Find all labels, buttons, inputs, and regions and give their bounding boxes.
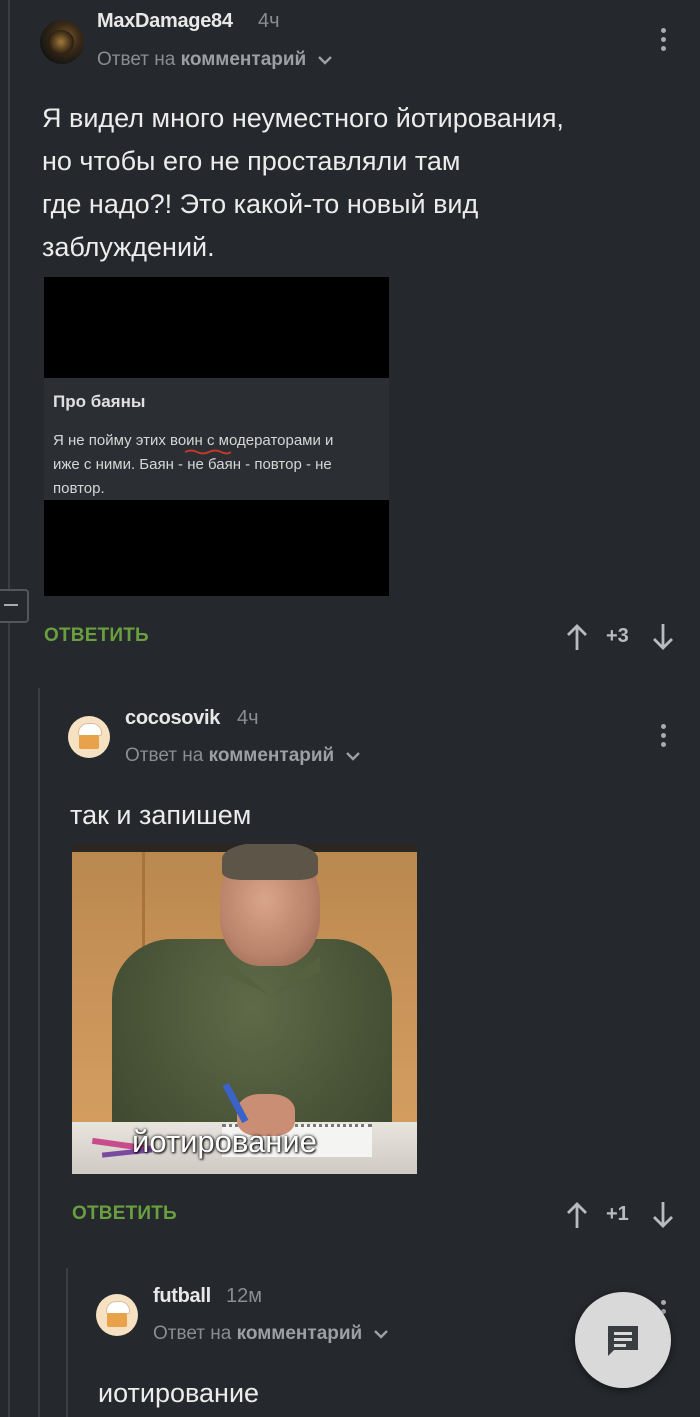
reply-prefix: Ответ на	[125, 745, 204, 766]
comment-text-line: Я видел много неуместного йотирования,	[42, 103, 564, 133]
comment-image[interactable]: Про баяны Я не пойму этих воин с модерат…	[44, 277, 389, 596]
reply-to-link[interactable]: Ответ на комментарий	[125, 745, 360, 767]
redacted-block	[44, 277, 389, 378]
comment-time: 4ч	[258, 10, 280, 32]
comment-text-line: но чтобы его не проставляли там	[42, 146, 461, 176]
reply-button[interactable]: ОТВЕТИТЬ	[44, 625, 149, 647]
reply-prefix: Ответ на	[153, 1323, 232, 1344]
redacted-block	[44, 500, 389, 596]
arrow-up-icon[interactable]	[566, 1200, 588, 1230]
quoted-post-title: Про баяны	[53, 392, 146, 411]
more-vertical-icon[interactable]	[661, 724, 667, 751]
quoted-post-line: повтор.	[53, 480, 105, 497]
chevron-down-icon	[345, 752, 360, 761]
chat-icon	[608, 1326, 638, 1356]
comment-text-line: заблуждений.	[42, 232, 215, 262]
comment-text-line: где надо?! Это какой-то новый вид	[42, 189, 479, 219]
arrow-down-icon[interactable]	[652, 1200, 674, 1230]
comments-fab-button[interactable]	[575, 1292, 671, 1388]
reply-target: комментарий	[236, 1323, 363, 1344]
minus-icon	[4, 604, 18, 606]
spellcheck-underline	[185, 449, 231, 455]
reply-button[interactable]: ОТВЕТИТЬ	[72, 1203, 177, 1225]
comment-time: 12м	[226, 1285, 262, 1307]
chevron-down-icon	[317, 56, 332, 65]
comment-text: Я видел много неуместного йотирования, н…	[42, 97, 682, 269]
image-caption: йотирование	[132, 1124, 317, 1159]
thread-line	[38, 688, 40, 1417]
avatar[interactable]	[40, 20, 84, 64]
comment-author[interactable]: MaxDamage84	[97, 10, 233, 33]
comment-author[interactable]: cocosovik	[125, 707, 220, 730]
comment-text: иотирование	[98, 1378, 260, 1408]
thread-line	[8, 0, 10, 1417]
vote-score: +1	[606, 1203, 629, 1225]
vote-score: +3	[606, 625, 629, 647]
quoted-post-body: Я не пойму этих воин с модераторами и иж…	[53, 429, 387, 501]
reply-target: комментарий	[180, 49, 307, 70]
thread-line	[66, 1268, 68, 1417]
avatar[interactable]	[96, 1294, 138, 1336]
comment-time: 4ч	[237, 707, 259, 729]
quoted-post-line: иже с ними. Баян - не баян - повтор - не	[53, 456, 332, 473]
arrow-down-icon[interactable]	[652, 622, 674, 652]
reply-target: комментарий	[208, 745, 335, 766]
comment-text: так и запишем	[70, 800, 252, 830]
chevron-down-icon	[373, 1330, 388, 1339]
reply-to-link[interactable]: Ответ на комментарий	[153, 1323, 388, 1345]
avatar[interactable]	[68, 716, 110, 758]
reply-to-link[interactable]: Ответ на комментарий	[97, 49, 332, 71]
comment-author[interactable]: futball	[153, 1285, 211, 1308]
comment-image[interactable]: йотирование	[72, 844, 417, 1174]
collapse-thread-button[interactable]	[0, 589, 29, 623]
reply-prefix: Ответ на	[97, 49, 176, 70]
more-vertical-icon[interactable]	[661, 28, 667, 55]
arrow-up-icon[interactable]	[566, 622, 588, 652]
